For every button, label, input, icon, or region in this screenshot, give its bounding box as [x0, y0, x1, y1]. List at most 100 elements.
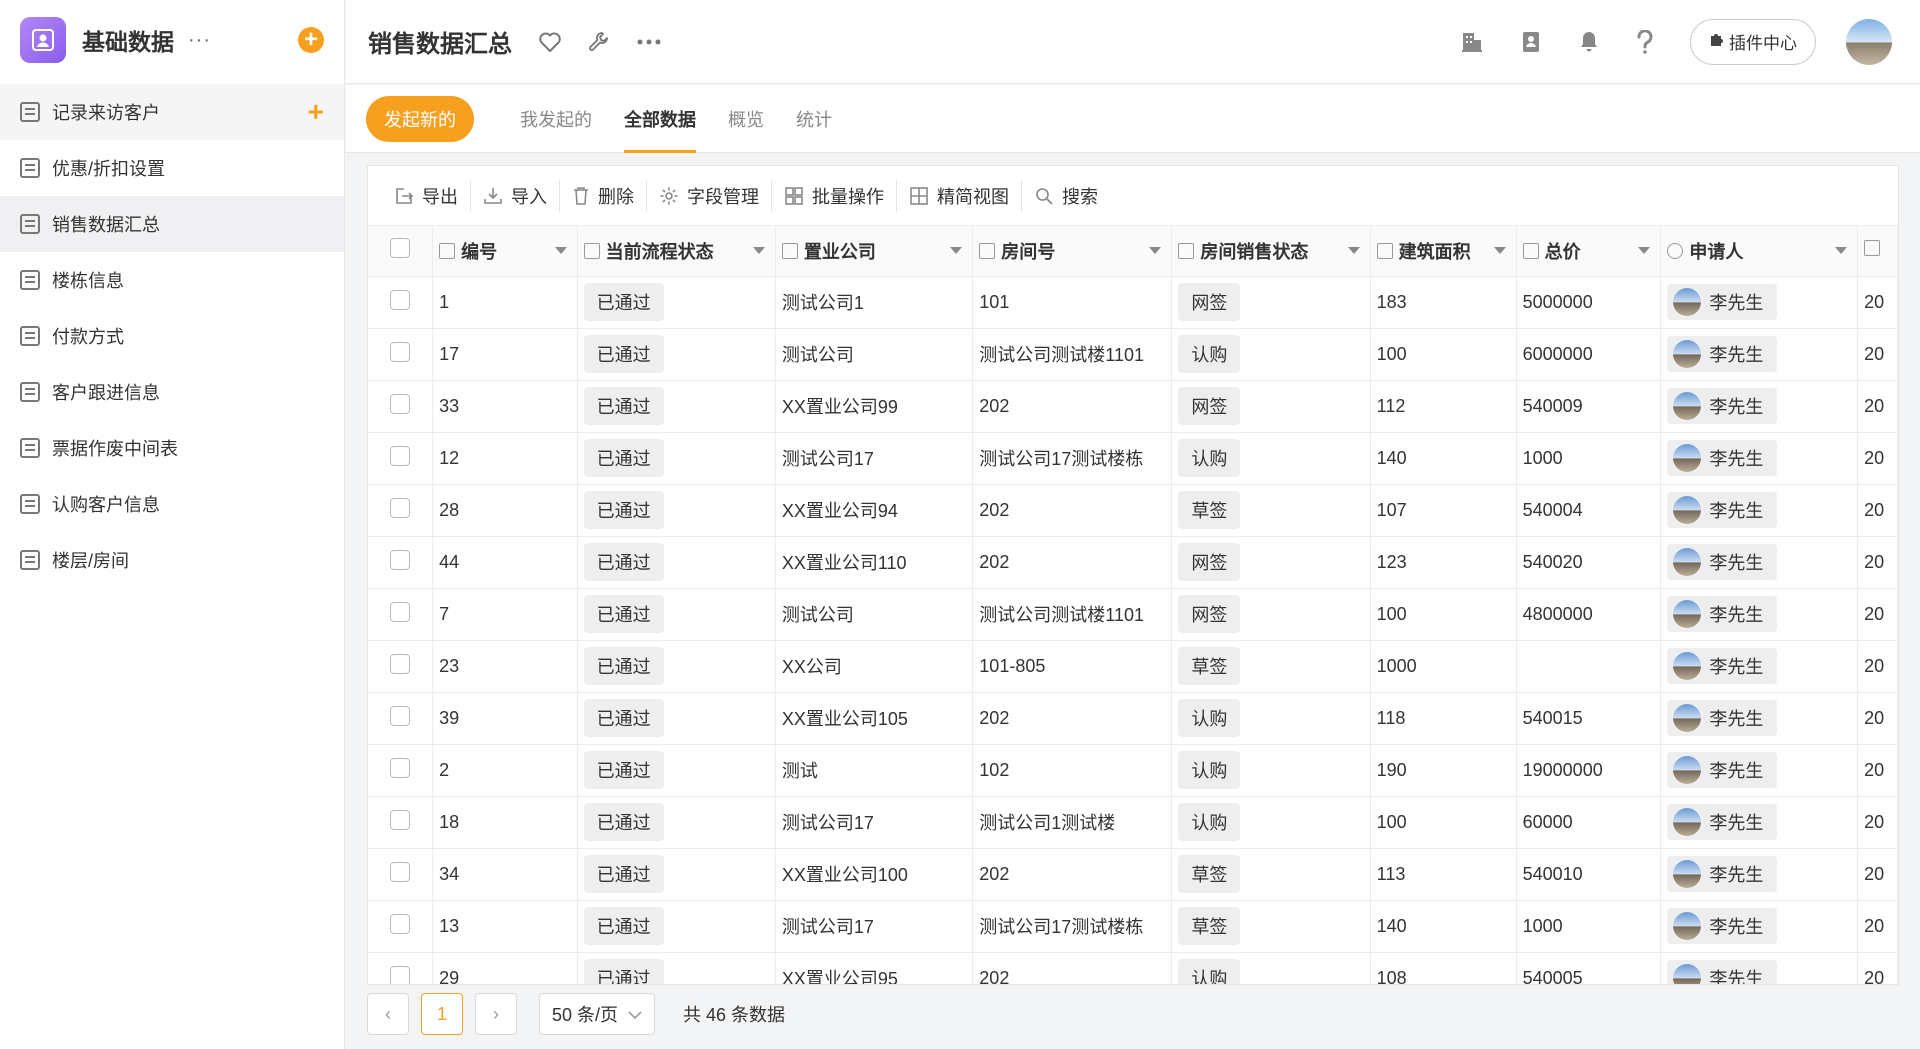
applicant-chip[interactable]: 李先生: [1667, 439, 1778, 476]
table-row[interactable]: 18 已通过 测试公司17 测试公司1测试楼 认购 100 60000 李先生 20: [368, 796, 1898, 849]
applicant-chip[interactable]: 李先生: [1667, 491, 1778, 528]
tab-overview[interactable]: 概览: [728, 85, 764, 153]
table-row[interactable]: 7 已通过 测试公司 测试公司测试楼1101 网签 100 4800000 李先生 20: [368, 588, 1898, 641]
row-checkbox[interactable]: [390, 913, 411, 934]
batch-operation-button[interactable]: 批量操作: [772, 179, 897, 212]
applicant-chip[interactable]: 李先生: [1667, 647, 1778, 684]
table-row[interactable]: 39 已通过 XX置业公司105 202 认购 118 540015 李先生 20: [368, 692, 1898, 745]
row-checkbox[interactable]: [390, 653, 411, 674]
applicant-chip[interactable]: 李先生: [1667, 387, 1778, 424]
sidebar-item-visitor[interactable]: 记录来访客户 +: [0, 84, 344, 140]
row-select-cell: [368, 744, 434, 797]
prev-page-button[interactable]: ‹: [367, 993, 409, 1035]
add-record-icon[interactable]: +: [308, 96, 324, 128]
applicant-chip[interactable]: 李先生: [1667, 751, 1778, 788]
help-icon[interactable]: [1636, 29, 1654, 54]
sort-caret-icon[interactable]: [1835, 247, 1848, 255]
sidebar-item-discount[interactable]: 优惠/折扣设置: [0, 140, 344, 196]
applicant-chip[interactable]: 李先生: [1667, 699, 1778, 736]
column-header[interactable]: 编号: [432, 226, 578, 277]
table-row[interactable]: 29 已通过 XX置业公司95 202 认购 108 540005 李先生 20: [368, 952, 1898, 984]
applicant-chip[interactable]: 李先生: [1667, 283, 1778, 320]
app-more-icon[interactable]: ···: [188, 29, 211, 52]
table-row[interactable]: 34 已通过 XX置业公司100 202 草签 113 540010 李先生 20: [368, 848, 1898, 901]
table-row[interactable]: 28 已通过 XX置业公司94 202 草签 107 540004 李先生 20: [368, 484, 1898, 537]
sidebar-item-invoice-void[interactable]: 票据作废中间表: [0, 420, 344, 476]
sidebar-item-sales-summary[interactable]: 销售数据汇总: [0, 196, 344, 252]
new-record-button[interactable]: 发起新的: [366, 95, 474, 142]
tab-all-data[interactable]: 全部数据: [624, 85, 696, 153]
applicant-chip[interactable]: 李先生: [1667, 959, 1778, 984]
row-checkbox[interactable]: [390, 445, 411, 466]
sort-caret-icon[interactable]: [554, 247, 567, 255]
sidebar-item-floor-room[interactable]: 楼层/房间: [0, 532, 344, 588]
sort-caret-icon[interactable]: [1493, 247, 1506, 255]
import-button[interactable]: 导入: [471, 179, 560, 212]
applicant-chip[interactable]: 李先生: [1667, 907, 1778, 944]
table-row[interactable]: 33 已通过 XX置业公司99 202 网签 112 540009 李先生 20: [368, 380, 1898, 433]
wrench-icon[interactable]: [588, 31, 610, 53]
user-avatar[interactable]: [1846, 18, 1892, 65]
search-button[interactable]: 搜索: [1022, 180, 1110, 212]
sidebar-item-followup[interactable]: 客户跟进信息: [0, 364, 344, 420]
page-number-button[interactable]: 1: [421, 993, 463, 1035]
column-header[interactable]: 总价: [1516, 226, 1662, 277]
row-checkbox[interactable]: [390, 289, 411, 310]
page-title: 销售数据汇总: [368, 31, 512, 58]
app-add-button[interactable]: +: [298, 27, 324, 53]
row-checkbox[interactable]: [390, 497, 411, 518]
applicant-chip[interactable]: 李先生: [1667, 543, 1778, 580]
row-checkbox[interactable]: [390, 757, 411, 778]
sidebar-item-building[interactable]: 楼栋信息: [0, 252, 344, 308]
row-checkbox[interactable]: [390, 601, 411, 622]
tab-statistics[interactable]: 统计: [796, 85, 832, 153]
row-checkbox[interactable]: [390, 393, 411, 414]
table-row[interactable]: 2 已通过 测试 102 认购 190 19000000 李先生 20: [368, 744, 1898, 797]
sort-caret-icon[interactable]: [1347, 247, 1360, 255]
sidebar-item-subscriber[interactable]: 认购客户信息: [0, 476, 344, 532]
table-row[interactable]: 13 已通过 测试公司17 测试公司17测试楼栋 草签 140 1000 李先生 20: [368, 900, 1898, 953]
applicant-chip[interactable]: 李先生: [1667, 855, 1778, 892]
row-checkbox[interactable]: [390, 705, 411, 726]
sidebar-item-payment[interactable]: 付款方式: [0, 308, 344, 364]
column-header[interactable]: 申请人: [1660, 226, 1859, 277]
tab-my-initiated[interactable]: 我发起的: [520, 85, 592, 153]
table-row[interactable]: 17 已通过 测试公司 测试公司测试楼1101 认购 100 6000000 李先生 20: [368, 328, 1898, 381]
table-row[interactable]: 1 已通过 测试公司1 101 网签 183 5000000 李先生 20: [368, 276, 1898, 329]
column-header[interactable]: 房间销售状态: [1171, 226, 1371, 277]
contacts-icon[interactable]: [1520, 30, 1542, 54]
plugin-center-button[interactable]: 插件中心: [1690, 18, 1816, 65]
row-checkbox[interactable]: [390, 549, 411, 570]
applicant-chip[interactable]: 李先生: [1667, 335, 1778, 372]
column-header[interactable]: 房间号: [972, 226, 1173, 277]
building-icon[interactable]: [1460, 30, 1484, 54]
column-header[interactable]: 置业公司: [775, 226, 974, 277]
next-page-button[interactable]: ›: [475, 993, 517, 1035]
sort-caret-icon[interactable]: [950, 247, 963, 255]
delete-button[interactable]: 删除: [560, 179, 647, 212]
row-checkbox[interactable]: [390, 965, 411, 984]
column-header[interactable]: 建筑面积: [1370, 226, 1517, 277]
cell-id: 1: [432, 276, 578, 329]
select-all-checkbox[interactable]: [390, 238, 411, 259]
applicant-chip[interactable]: 李先生: [1667, 803, 1778, 840]
bell-icon[interactable]: [1578, 30, 1600, 54]
column-header[interactable]: 当前流程状态: [577, 226, 776, 277]
page-size-select[interactable]: 50 条/页: [539, 993, 656, 1035]
heart-icon[interactable]: [538, 31, 562, 53]
row-checkbox[interactable]: [390, 861, 411, 882]
row-checkbox[interactable]: [390, 341, 411, 362]
table-row[interactable]: 12 已通过 测试公司17 测试公司17测试楼栋 认购 140 1000 李先生 20: [368, 432, 1898, 485]
sort-caret-icon[interactable]: [752, 247, 765, 255]
row-checkbox[interactable]: [390, 809, 411, 830]
sort-caret-icon[interactable]: [1149, 247, 1162, 255]
field-management-button[interactable]: 字段管理: [647, 179, 772, 212]
export-button[interactable]: 导出: [382, 179, 471, 212]
flow-status-badge: 已通过: [583, 751, 664, 789]
table-row[interactable]: 44 已通过 XX置业公司110 202 网签 123 540020 李先生 20: [368, 536, 1898, 589]
more-icon[interactable]: [636, 38, 662, 46]
table-row[interactable]: 23 已通过 XX公司 101-805 草签 1000 李先生 20: [368, 640, 1898, 693]
sort-caret-icon[interactable]: [1638, 247, 1651, 255]
applicant-chip[interactable]: 李先生: [1667, 595, 1778, 632]
compact-view-button[interactable]: 精简视图: [897, 179, 1022, 212]
